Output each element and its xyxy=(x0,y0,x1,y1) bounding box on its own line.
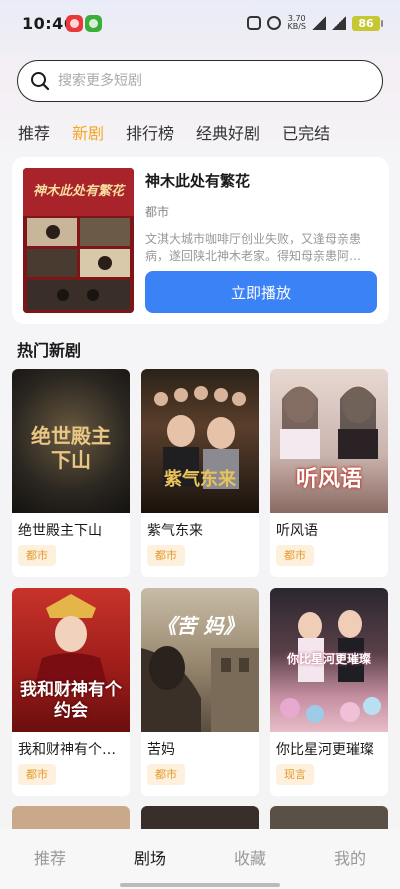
network-speed: 3.70 KB/S xyxy=(287,14,306,31)
poster-title: 《苦 妈》 xyxy=(156,614,244,638)
featured-description: 文淇大城市咖啡厅创业失败，又逢母亲患病，遂回陕北神木老家。得知母亲患阿… xyxy=(145,232,362,263)
drama-card[interactable]: 我和财神有个约会 我和财神有个… 都市 xyxy=(12,588,130,796)
status-bar: 10:46 3.70 KB/S 86 xyxy=(0,0,400,48)
wifi-icon xyxy=(332,16,346,30)
drama-poster[interactable]: 我和财神有个约会 xyxy=(12,588,130,732)
nfc-icon xyxy=(267,16,282,30)
tab-recommend[interactable]: 推荐 xyxy=(18,120,50,143)
drama-card[interactable]: 紫气东来 紫气东来 都市 xyxy=(141,369,259,577)
alarm-icon xyxy=(247,16,262,30)
poster-title: 你比星河更璀璨 xyxy=(286,652,371,666)
search-input[interactable] xyxy=(58,61,358,101)
tab-rankings[interactable]: 排行榜 xyxy=(126,120,174,143)
nav-profile[interactable]: 我的 xyxy=(300,829,400,889)
signal-icon xyxy=(312,16,326,30)
genre-tag: 都市 xyxy=(147,545,185,566)
tab-classics[interactable]: 经典好剧 xyxy=(196,120,260,143)
drama-card[interactable]: 听风语 听风语 都市 xyxy=(270,369,388,577)
featured-poster-title: 神木此处有繁花 xyxy=(32,184,124,199)
game-app-icon xyxy=(85,15,102,32)
drama-title[interactable]: 听风语 xyxy=(276,520,384,540)
featured-title[interactable]: 神木此处有繁花 xyxy=(145,170,250,191)
bottom-navigation: 推荐 剧场 收藏 我的 xyxy=(0,829,400,889)
drama-card[interactable]: 你比星河更璀璨 你比星河更璀璨 现言 xyxy=(270,588,388,796)
drama-title[interactable]: 绝世殿主下山 xyxy=(18,520,126,540)
drama-poster[interactable]: 绝世殿主下山 xyxy=(12,369,130,513)
tab-new-dramas[interactable]: 新剧 xyxy=(72,120,104,143)
drama-card[interactable]: 绝世殿主下山 绝世殿主下山 都市 xyxy=(12,369,130,577)
genre-tag: 都市 xyxy=(18,545,56,566)
genre-tag: 都市 xyxy=(18,764,56,785)
drama-poster[interactable]: 你比星河更璀璨 xyxy=(270,588,388,732)
genre-tag: 都市 xyxy=(147,764,185,785)
nav-favorites[interactable]: 收藏 xyxy=(200,829,300,889)
status-icons: 3.70 KB/S 86 xyxy=(247,14,383,32)
search-icon xyxy=(31,72,50,91)
drama-title[interactable]: 苦妈 xyxy=(147,739,255,759)
drama-poster[interactable]: 紫气东来 xyxy=(141,369,259,513)
drama-poster[interactable]: 《苦 妈》 xyxy=(141,588,259,732)
battery-icon: 86 xyxy=(352,15,383,31)
tab-completed[interactable]: 已完结 xyxy=(282,120,330,143)
featured-genre: 都市 xyxy=(145,205,170,219)
drama-title[interactable]: 紫气东来 xyxy=(147,520,255,540)
play-now-button[interactable]: 立即播放 xyxy=(145,271,377,313)
poster-title: 听风语 xyxy=(295,466,362,492)
netease-music-icon xyxy=(66,15,83,32)
home-indicator[interactable] xyxy=(120,883,280,887)
nav-theater[interactable]: 剧场 xyxy=(100,829,200,889)
nav-recommend[interactable]: 推荐 xyxy=(0,829,100,889)
genre-tag: 现言 xyxy=(276,764,314,785)
genre-tag: 都市 xyxy=(276,545,314,566)
drama-poster[interactable]: 听风语 xyxy=(270,369,388,513)
featured-drama-card[interactable]: 神木此处有繁花 神木此处有繁花 都市 文淇大城市咖啡厅创业失败，又逢母亲患病，遂… xyxy=(12,157,389,324)
poster-title: 我和财神有个约会 xyxy=(20,680,122,721)
featured-poster[interactable]: 神木此处有繁花 xyxy=(23,168,134,313)
section-title-hot-new: 热门新剧 xyxy=(17,341,82,360)
category-tabs: 推荐 新剧 排行榜 经典好剧 已完结 xyxy=(18,120,352,143)
poster-title: 绝世殿主下山 xyxy=(31,424,111,472)
drama-title[interactable]: 我和财神有个… xyxy=(18,739,126,759)
search-bar[interactable] xyxy=(17,60,383,102)
drama-title[interactable]: 你比星河更璀璨 xyxy=(276,739,384,759)
drama-card[interactable]: 《苦 妈》 苦妈 都市 xyxy=(141,588,259,796)
poster-title: 紫气东来 xyxy=(164,469,236,490)
